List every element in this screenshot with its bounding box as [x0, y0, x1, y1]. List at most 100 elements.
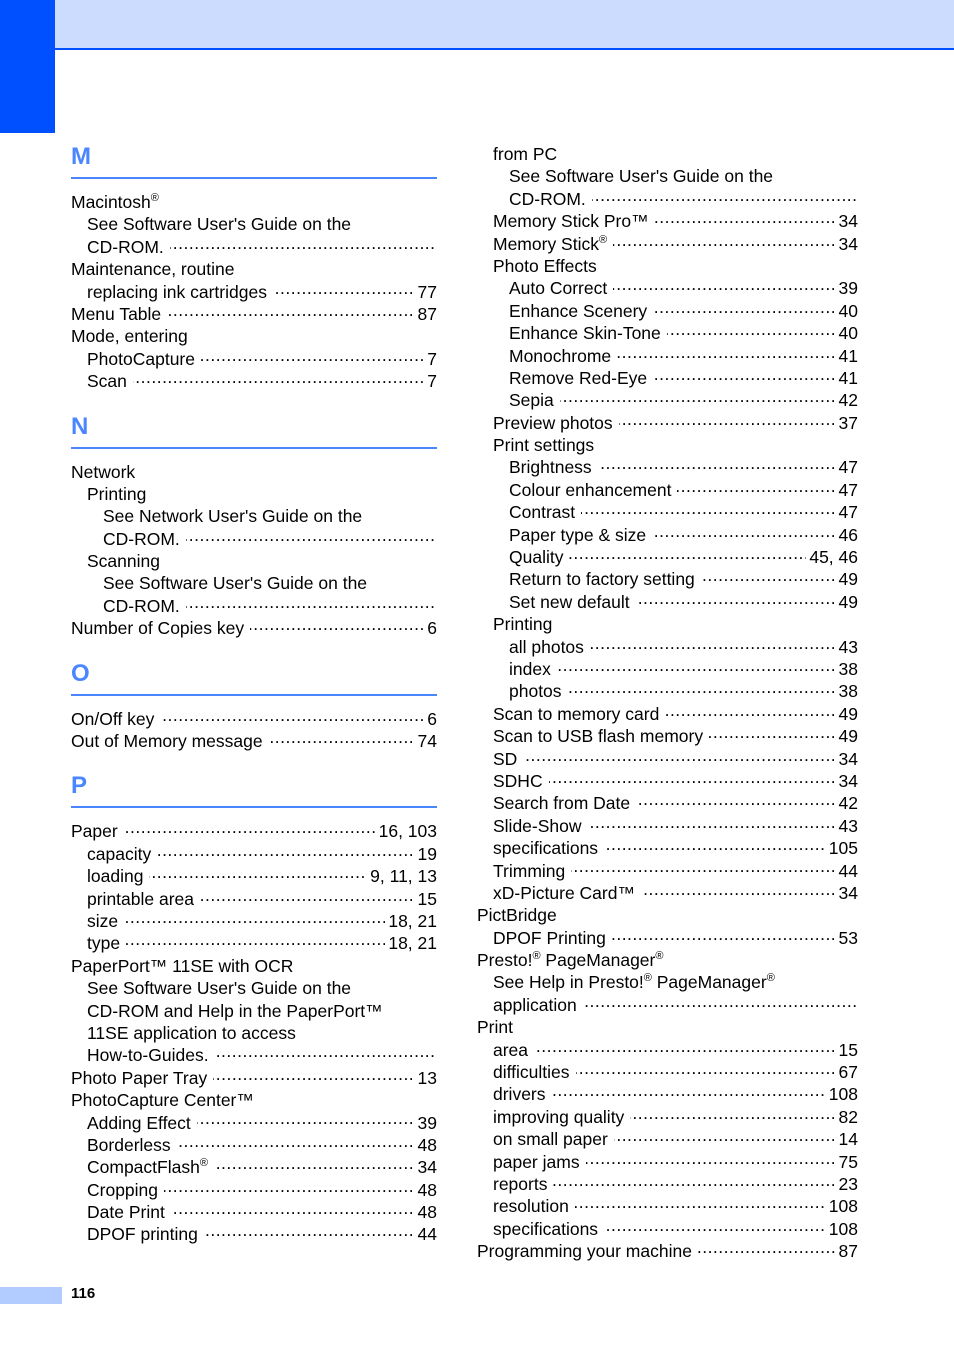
index-entry: index...................................…: [477, 657, 858, 681]
index-entry: Mode, entering: [71, 325, 437, 347]
index-entry-label: specifications: [493, 1218, 605, 1239]
index-entry-label: Preview photos: [493, 412, 619, 433]
index-entry-label: PhotoCapture: [87, 348, 201, 369]
index-entry-page: 45, 46: [806, 546, 858, 569]
index-section-n: N Network Printing See Network User's Guide…: [71, 411, 437, 640]
index-entry: Print: [477, 1016, 858, 1038]
index-entry-page: 39: [835, 277, 858, 300]
index-entry-label: Paper type & size: [509, 524, 653, 545]
index-entry: photos..................................…: [477, 680, 858, 703]
index-entry-page: 74: [414, 730, 437, 753]
index-entry-label: SD: [493, 748, 524, 769]
dot-leader: ........................................…: [87, 370, 437, 388]
index-entry: Maintenance, routine: [71, 258, 437, 280]
index-entry-label: See Software User's Guide on the: [509, 166, 780, 187]
index-entry-page: 39: [414, 1111, 437, 1134]
index-entry-label: from PC: [493, 144, 564, 164]
index-entry-page: 42: [835, 389, 858, 412]
index-entry-label: On/Off key: [71, 708, 161, 729]
index-entry-label: Macintosh®: [71, 192, 165, 212]
index-entry-label: Number of Copies key: [71, 618, 251, 639]
index-entry: Memory Stick Pro™.......................…: [477, 210, 858, 233]
index-entry: Print settings: [477, 434, 858, 456]
index-entry: See Software User's Guide on the: [71, 213, 437, 235]
index-entry-label: Print settings: [493, 435, 601, 456]
header-rule: [55, 48, 954, 50]
index-entry-page: 82: [835, 1105, 858, 1129]
index-entry: all photos..............................…: [477, 635, 858, 658]
index-entry-page: 34: [835, 232, 858, 255]
index-entry: Photo Effects: [477, 255, 858, 277]
index-entry-label: improving quality: [493, 1106, 631, 1127]
registered-mark: ®: [199, 1157, 208, 1170]
index-entry-page: 18, 21: [385, 909, 437, 933]
index-entry: CD-ROM..................................…: [71, 236, 437, 258]
index-entry: DPOF printing...........................…: [71, 1223, 437, 1246]
index-entry: size....................................…: [71, 909, 437, 933]
index-entry-page: 34: [835, 881, 858, 905]
index-column-left: M Macintosh® See Software User's Guide on …: [71, 141, 437, 1264]
index-entry-label: reports: [493, 1173, 554, 1194]
index-entry-label: PhotoCapture Center™: [71, 1090, 260, 1111]
index-entry-page: 15: [414, 887, 437, 910]
index-entry: See Help in Presto!® PageManager®: [477, 971, 858, 993]
index-entry-page: 108: [825, 1217, 858, 1241]
index-entry: PictBridge: [477, 904, 858, 926]
registered-mark: ®: [766, 972, 775, 985]
index-entry-page: 49: [835, 568, 858, 591]
index-entry-label: CD-ROM.: [103, 595, 186, 616]
index-entry-label: 11SE application to access: [87, 1022, 302, 1043]
index-entry: Paper...................................…: [71, 820, 437, 843]
index-entry-label: CD-ROM.: [509, 188, 592, 209]
index-entry-label: Search from Date: [493, 793, 637, 814]
index-entry: Scan to memory card.....................…: [477, 702, 858, 726]
index-entry-label: CD-ROM and Help in the PaperPort™: [87, 1000, 389, 1021]
index-entry: type....................................…: [71, 932, 437, 955]
index-entry: Contrast................................…: [477, 501, 858, 524]
index-entry: loading.................................…: [71, 865, 437, 888]
index-entry-label: Programming your machine: [477, 1241, 698, 1262]
index-entry: Programming your machine................…: [477, 1240, 858, 1263]
index-entry-label: Brightness: [509, 457, 598, 478]
registered-mark: ®: [655, 950, 664, 963]
index-entry-page: 41: [835, 344, 858, 367]
index-entry-label: Scanning: [87, 551, 166, 572]
index-entry-page: 48: [414, 1133, 437, 1157]
section-rule: [71, 446, 437, 449]
index-entry: xD-Picture Card™........................…: [477, 881, 858, 905]
index-entry: Photo Paper Tray........................…: [71, 1066, 437, 1090]
index-entry: Brightness..............................…: [477, 456, 858, 479]
index-entry-page: 43: [835, 814, 858, 838]
index-entry-label: Enhance Scenery: [509, 300, 654, 321]
index-entry-label: photos: [509, 681, 568, 702]
index-entry-label: See Software User's Guide on the: [87, 214, 358, 235]
index-entry: Monochrome..............................…: [477, 344, 858, 367]
section-letter-heading: N: [71, 412, 89, 440]
index-entry-label: Contrast: [509, 502, 582, 523]
index-entry-page: 46: [835, 523, 858, 547]
index-entry-page: 75: [835, 1150, 858, 1173]
index-entry-page: 48: [414, 1178, 437, 1202]
index-entry: Adding Effect...........................…: [71, 1111, 437, 1134]
index-entry-page: 13: [414, 1066, 437, 1090]
index-entry: Set new default.........................…: [477, 590, 858, 614]
index-entry-label: Menu Table: [71, 303, 168, 324]
index-entry-label: See Network User's Guide on the: [103, 506, 369, 527]
index-entry-page: 6: [424, 617, 437, 640]
index-entry-label: Set new default: [509, 591, 636, 612]
index-entry: replacing ink cartridges................…: [71, 280, 437, 303]
index-entry-page: 18, 21: [385, 932, 437, 955]
index-entry: Cropping................................…: [71, 1178, 437, 1202]
index-entry: Printing: [477, 613, 858, 635]
index-entry: Presto!® PageManager®: [477, 949, 858, 971]
section-rule: [71, 177, 437, 179]
index-entry-label: Quality: [509, 547, 570, 568]
index-entry: Enhance Skin-Tone.......................…: [477, 322, 858, 345]
index-entry-label: loading: [87, 866, 150, 887]
index-entry-label: index: [509, 658, 557, 679]
registered-mark: ®: [598, 233, 608, 246]
index-entry-page: 14: [835, 1128, 858, 1151]
index-entry-label: drivers: [493, 1084, 552, 1105]
index-entry-page: 23: [835, 1172, 858, 1196]
index-entry-label: Sepia: [509, 390, 560, 411]
